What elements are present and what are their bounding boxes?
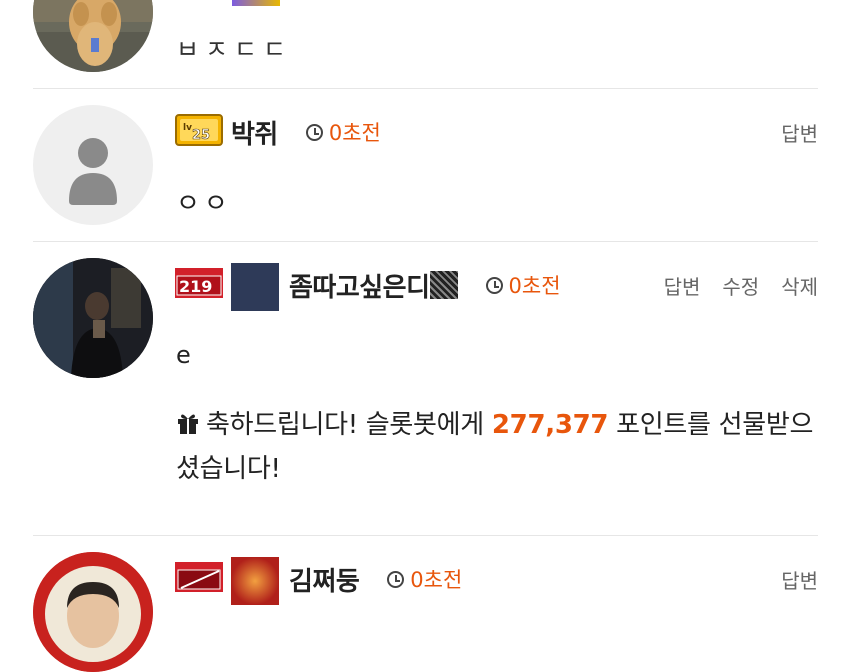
nickname[interactable]: 좀따고싶은디 bbox=[289, 267, 430, 304]
comment-meta: 219 좀따고싶은디 0초전 bbox=[175, 263, 561, 311]
level-badge bbox=[232, 0, 280, 6]
divider bbox=[33, 535, 818, 536]
level-badge-icon bbox=[175, 562, 223, 596]
gift-icon bbox=[178, 414, 198, 434]
avatar[interactable] bbox=[33, 552, 153, 672]
timestamp: 0초전 bbox=[305, 117, 381, 147]
comment-meta: lv 25 박쥐 0초전 bbox=[175, 112, 381, 152]
timestamp: 0초전 bbox=[387, 564, 462, 594]
divider bbox=[33, 88, 818, 89]
nickname-decoration-icon bbox=[429, 271, 458, 299]
gift-message: 축하드립니다! 슬롯봇에게 277,377 포인트를 선물받으셨습니다! bbox=[176, 403, 816, 491]
svg-text:lv: lv bbox=[183, 123, 192, 133]
dog-photo bbox=[33, 0, 153, 72]
clock-icon bbox=[387, 570, 405, 588]
comment-text: e bbox=[176, 341, 191, 369]
time-text: 0초전 bbox=[328, 121, 381, 145]
timestamp: 0초전 bbox=[485, 270, 561, 300]
comment-actions: 답변 bbox=[781, 118, 818, 147]
gift-prefix: 축하드립니다! 슬롯봇에게 bbox=[206, 410, 492, 440]
comment-actions: 답변 수정 삭제 bbox=[664, 271, 818, 300]
avatar[interactable] bbox=[33, 105, 153, 225]
user-photo bbox=[33, 258, 153, 378]
clock-icon bbox=[485, 276, 503, 294]
time-text: 0초전 bbox=[410, 568, 463, 592]
level-badge-icon: 219 bbox=[175, 268, 223, 302]
profile-image-icon bbox=[231, 263, 279, 311]
svg-text:25: 25 bbox=[192, 128, 210, 143]
gift-points: 277,377 bbox=[491, 410, 609, 440]
comment-text: ㅂㅈㄷㄷ bbox=[176, 35, 293, 64]
edit-button[interactable]: 수정 bbox=[722, 271, 759, 300]
avatar[interactable] bbox=[33, 0, 153, 72]
reply-button[interactable]: 답변 bbox=[664, 271, 701, 300]
time-text: 0초전 bbox=[508, 274, 561, 298]
default-user-icon bbox=[69, 138, 117, 205]
clock-icon bbox=[305, 123, 323, 141]
comment-actions: 답변 bbox=[781, 565, 818, 594]
level-badge-icon: lv 25 bbox=[175, 112, 223, 152]
nickname[interactable]: 박쥐 bbox=[231, 114, 278, 151]
reply-button[interactable]: 답변 bbox=[781, 118, 818, 147]
divider bbox=[33, 241, 818, 242]
profile-image-icon bbox=[231, 557, 279, 605]
reply-button[interactable]: 답변 bbox=[781, 565, 818, 594]
nickname[interactable]: 김쩌둥 bbox=[289, 561, 360, 598]
svg-text:219: 219 bbox=[179, 277, 212, 296]
comment-meta: 김쩌둥 0초전 bbox=[175, 557, 462, 605]
delete-button[interactable]: 삭제 bbox=[781, 271, 818, 300]
avatar[interactable] bbox=[33, 258, 153, 378]
portrait-badge bbox=[33, 552, 153, 672]
comment-text: ㅇㅇ bbox=[176, 189, 232, 219]
